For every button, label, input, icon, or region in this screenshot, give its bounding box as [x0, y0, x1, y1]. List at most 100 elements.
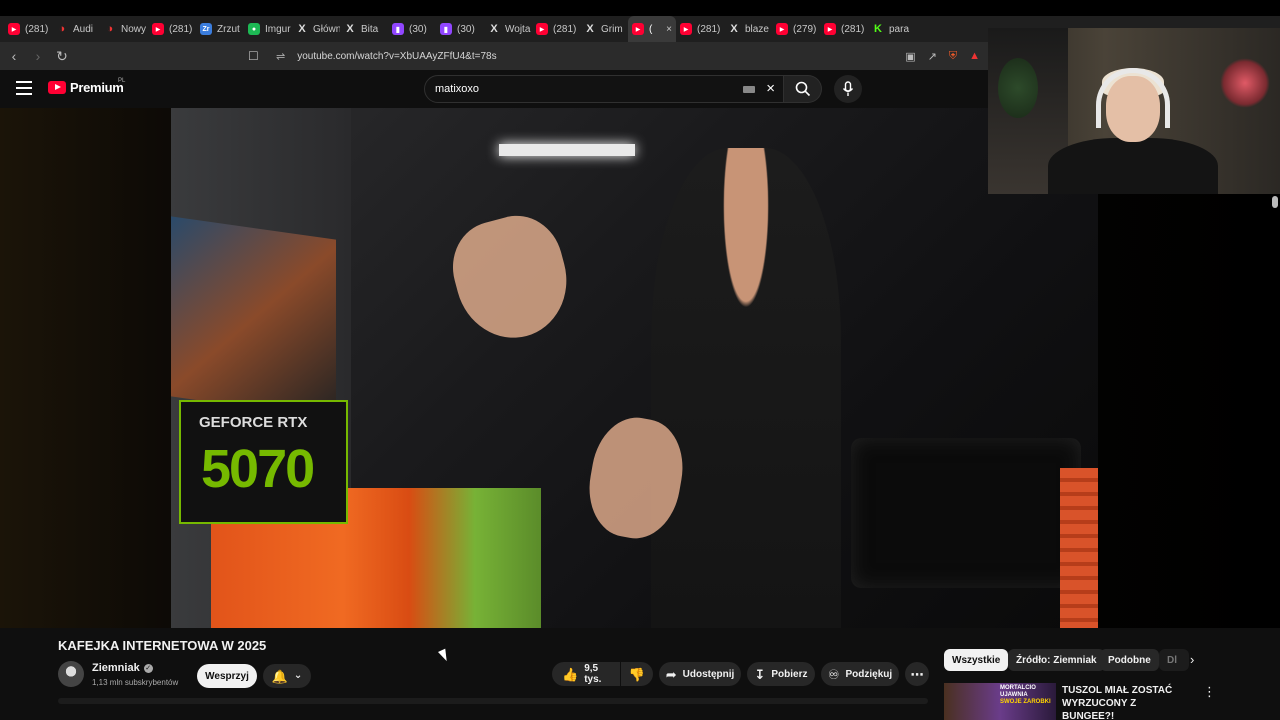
page-scrollbar[interactable]: ▼: [1268, 194, 1280, 702]
channel-name-link[interactable]: Ziemniak ✓: [92, 662, 153, 674]
browser-tab[interactable]: ▮ (30): [388, 16, 436, 42]
browser-tab[interactable]: ▮ (30): [436, 16, 484, 42]
chip-source[interactable]: Źródło: Ziemniak: [1008, 649, 1105, 671]
imgur-icon: ●: [248, 23, 260, 35]
x-icon: X: [490, 23, 498, 35]
support-label: Wesprzyj: [205, 670, 249, 682]
browser-tab[interactable]: X Grim: [580, 16, 628, 42]
recommendation-menu-icon[interactable]: ⋮: [1203, 684, 1216, 700]
like-button[interactable]: 👍 9,5 tys.: [552, 662, 620, 686]
close-tab-icon[interactable]: ×: [666, 24, 672, 35]
x-icon: X: [346, 23, 354, 35]
x-icon: X: [586, 23, 594, 35]
tab-label: Grim: [601, 23, 623, 35]
rewards-icon[interactable]: ▲: [969, 50, 980, 63]
download-button[interactable]: ↧ Pobierz: [747, 662, 815, 686]
more-icon: ⋯: [910, 666, 924, 682]
brave-shield-icon[interactable]: ⛨: [949, 50, 957, 63]
recommendation-title[interactable]: TUSZOL MIAŁ ZOSTAĆ WYRZUCONY Z BUNGEE?!: [1062, 684, 1182, 720]
browser-tab[interactable]: Kpara: [868, 16, 916, 42]
browser-tab[interactable]: X Wojta: [484, 16, 532, 42]
forward-icon[interactable]: ›: [28, 46, 48, 66]
chip-related[interactable]: Podobne: [1100, 649, 1159, 671]
tab-label: Bita: [361, 23, 379, 35]
search-input[interactable]: matixoxo ×: [424, 75, 784, 103]
share-page-icon[interactable]: ↗: [928, 50, 937, 63]
search-icon: [795, 81, 810, 97]
browser-tab[interactable]: ▶ (281): [148, 16, 196, 42]
site-info-icon[interactable]: ⇌: [276, 50, 285, 63]
youtube-icon: ▶: [8, 23, 20, 35]
browser-tab[interactable]: X Główna: [292, 16, 340, 42]
youtube-logo[interactable]: Premium PL: [48, 78, 126, 95]
search-value: matixoxo: [435, 83, 480, 95]
keyboard-icon[interactable]: [743, 86, 755, 93]
webcam-lamp: [1220, 58, 1270, 108]
chevron-down-icon: ⌄: [293, 670, 303, 681]
kick-icon: K: [874, 23, 882, 35]
tab-label: Imgur: [265, 23, 291, 35]
video-details: KAFEJKA INTERNETOWA W 2025 Ziemniak ✓ 1,…: [0, 628, 1280, 720]
download-icon: ↧: [754, 666, 766, 682]
logo-country: PL: [118, 78, 126, 84]
back-icon[interactable]: ‹: [4, 46, 24, 66]
tab-label: (281): [169, 23, 193, 35]
browser-tab[interactable]: ◑ Nowy: [100, 16, 148, 42]
browser-tab[interactable]: ▶ (281): [820, 16, 868, 42]
video-scene-hand: [442, 205, 580, 351]
address-bar[interactable]: ⇌ youtube.com/watch?v=XbUAAyZFfU4&t=78s: [240, 45, 990, 67]
subscriber-count: 1,13 mln subskrybentów: [92, 678, 179, 687]
description-box-edge: [58, 698, 928, 704]
chip-more[interactable]: Dl: [1159, 649, 1189, 671]
browser-tab[interactable]: ▶ (281): [532, 16, 580, 42]
browser-toolbar: ‹ › ↻ ☐ ⇌ youtube.com/watch?v=XbUAAyZFfU…: [0, 42, 990, 70]
site-icon: ◑: [106, 23, 114, 35]
thumb-line2: SWOJE ZAROBKI: [1000, 699, 1051, 705]
search-button[interactable]: [784, 75, 822, 103]
microphone-icon: [842, 81, 854, 96]
video-scene-monitor: [171, 216, 336, 420]
youtube-icon: ▶: [536, 23, 548, 35]
scrollbar-thumb[interactable]: [1272, 196, 1278, 208]
clear-search-icon[interactable]: ×: [766, 80, 775, 97]
browser-tab[interactable]: ◑ Audi: [52, 16, 100, 42]
browser-tab[interactable]: ▶ (281): [4, 16, 52, 42]
browser-tab[interactable]: ● Imgur: [244, 16, 292, 42]
voice-search-button[interactable]: [834, 75, 862, 103]
chevron-right-icon[interactable]: ›: [1190, 652, 1194, 667]
video-title: KAFEJKA INTERNETOWA W 2025: [58, 638, 267, 653]
video-scene-person: [651, 148, 841, 628]
site-icon: ◑: [58, 23, 66, 35]
browser-tab[interactable]: ▶ (281): [676, 16, 724, 42]
tab-active[interactable]: ▶ (×: [628, 16, 676, 42]
x-icon: X: [730, 23, 738, 35]
like-count: 9,5 tys.: [584, 663, 602, 685]
tab-label: Audi: [73, 23, 94, 35]
recommendation-thumbnail[interactable]: MORTALCIO UJAWNIA SWOJE ZAROBKI: [944, 683, 1056, 720]
youtube-icon: ▶: [776, 23, 788, 35]
video-frame[interactable]: GEFORCE RTX 5070: [171, 108, 1098, 628]
browser-tab[interactable]: ▶ (279): [772, 16, 820, 42]
share-button[interactable]: ➦ Udostępnij: [659, 662, 741, 686]
dislike-button[interactable]: 👎: [621, 662, 653, 686]
screenshot-icon: Zr: [200, 23, 212, 35]
download-label: Pobierz: [771, 668, 808, 680]
chip-all[interactable]: Wszystkie: [944, 649, 1009, 671]
thanks-label: Podziękuj: [845, 668, 893, 680]
subscription-bell-button[interactable]: 🔔 ⌄: [263, 664, 311, 688]
more-actions-button[interactable]: ⋯: [905, 662, 929, 686]
browser-tab[interactable]: X Bita: [340, 16, 388, 42]
tab-label: (30): [409, 23, 427, 35]
channel-avatar[interactable]: [58, 661, 84, 687]
support-button[interactable]: Wesprzyj: [197, 664, 257, 688]
browser-tab[interactable]: Zr Zrzut: [196, 16, 244, 42]
youtube-icon: ▶: [824, 23, 836, 35]
tab-label: Zrzut: [217, 23, 240, 35]
browser-tab[interactable]: Xblaze: [724, 16, 772, 42]
thanks-button[interactable]: ♾ Podziękuj: [821, 662, 899, 686]
reload-icon[interactable]: ↻: [52, 46, 72, 66]
tab-label: blaze: [745, 23, 769, 35]
chip-label: Źródło: Ziemniak: [1016, 654, 1097, 666]
cast-icon[interactable]: ▣: [905, 50, 915, 63]
menu-icon[interactable]: [16, 81, 32, 95]
